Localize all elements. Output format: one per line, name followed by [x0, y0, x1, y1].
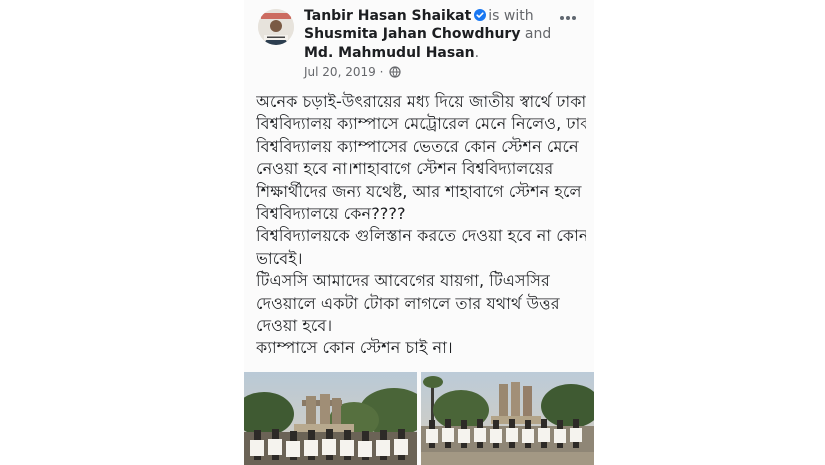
post-meta: Jul 20, 2019 · [304, 64, 401, 82]
is-with-text: is with [488, 8, 534, 24]
body-line-7: বিশ্ববিদ্যালয়কে গুলিস্তান করতে দেওয়া হ… [256, 226, 586, 246]
body-line-6: বিশ্ববিদ্যালয়ে কেন???? [256, 204, 406, 224]
more-options-icon[interactable] [558, 8, 578, 20]
body-line-3: বিশ্ববিদ্যালয় ক্যাম্পাসের ভেতরে কোন স্ট… [256, 136, 579, 156]
tagged-user-2[interactable]: Md. Mahmudul Hasan [304, 45, 475, 61]
meta-separator: · [379, 65, 384, 79]
post-header-line-2: Shusmita Jahan Chowdhury and [304, 25, 551, 43]
body-line-12: ক্যাম্পাসে কোন স্টেশন চাই না। [256, 338, 453, 358]
verified-badge-icon [474, 9, 487, 21]
body-line-11: দেওয়া হবে। [256, 316, 333, 336]
body-line-8: ভাবেই। [256, 248, 303, 268]
author-avatar[interactable] [258, 9, 294, 45]
body-line-9: টিএসসি আমাদের আবেগের যায়গা, টিএসসির [256, 271, 550, 291]
body-line-10: দেওয়ালে একটা টোকা লাগলে তার যথার্থ উত্ত… [256, 293, 560, 313]
post-header-line-3: Md. Mahmudul Hasan. [304, 44, 479, 62]
protest-photo-2[interactable] [421, 372, 594, 465]
body-line-2: বিশ্ববিদ্যালয় ক্যাম্পাসে মেট্রোরেল মেনে… [256, 114, 586, 134]
protest-photo-1[interactable] [244, 372, 417, 465]
post-date[interactable]: Jul 20, 2019 [304, 65, 376, 79]
post-header-line-1: Tanbir Hasan Shaikat is with [304, 7, 534, 25]
body-line-1: অনেক চড়াই-উৎরায়ের মধ্য দিয়ে জাতীয় স্… [256, 92, 586, 111]
facebook-post: Tanbir Hasan Shaikat is with Shusmita Jah… [244, 0, 594, 465]
author-name[interactable]: Tanbir Hasan Shaikat [304, 8, 471, 24]
globe-icon [389, 66, 401, 82]
and-text: and [524, 26, 552, 42]
period-text: . [474, 45, 480, 61]
body-line-5: শিক্ষার্থীদের জন্য যথেষ্ট, আর শাহাবাগে স… [256, 181, 582, 201]
tagged-user-1[interactable]: Shusmita Jahan Chowdhury [304, 26, 520, 42]
body-line-4: নেওয়া হবে না।শাহাবাগে স্টেশন বিশ্ববিদ্য… [256, 159, 554, 179]
post-body: অনেক চড়াই-উৎরায়ের মধ্য দিয়ে জাতীয় স্… [256, 91, 586, 360]
